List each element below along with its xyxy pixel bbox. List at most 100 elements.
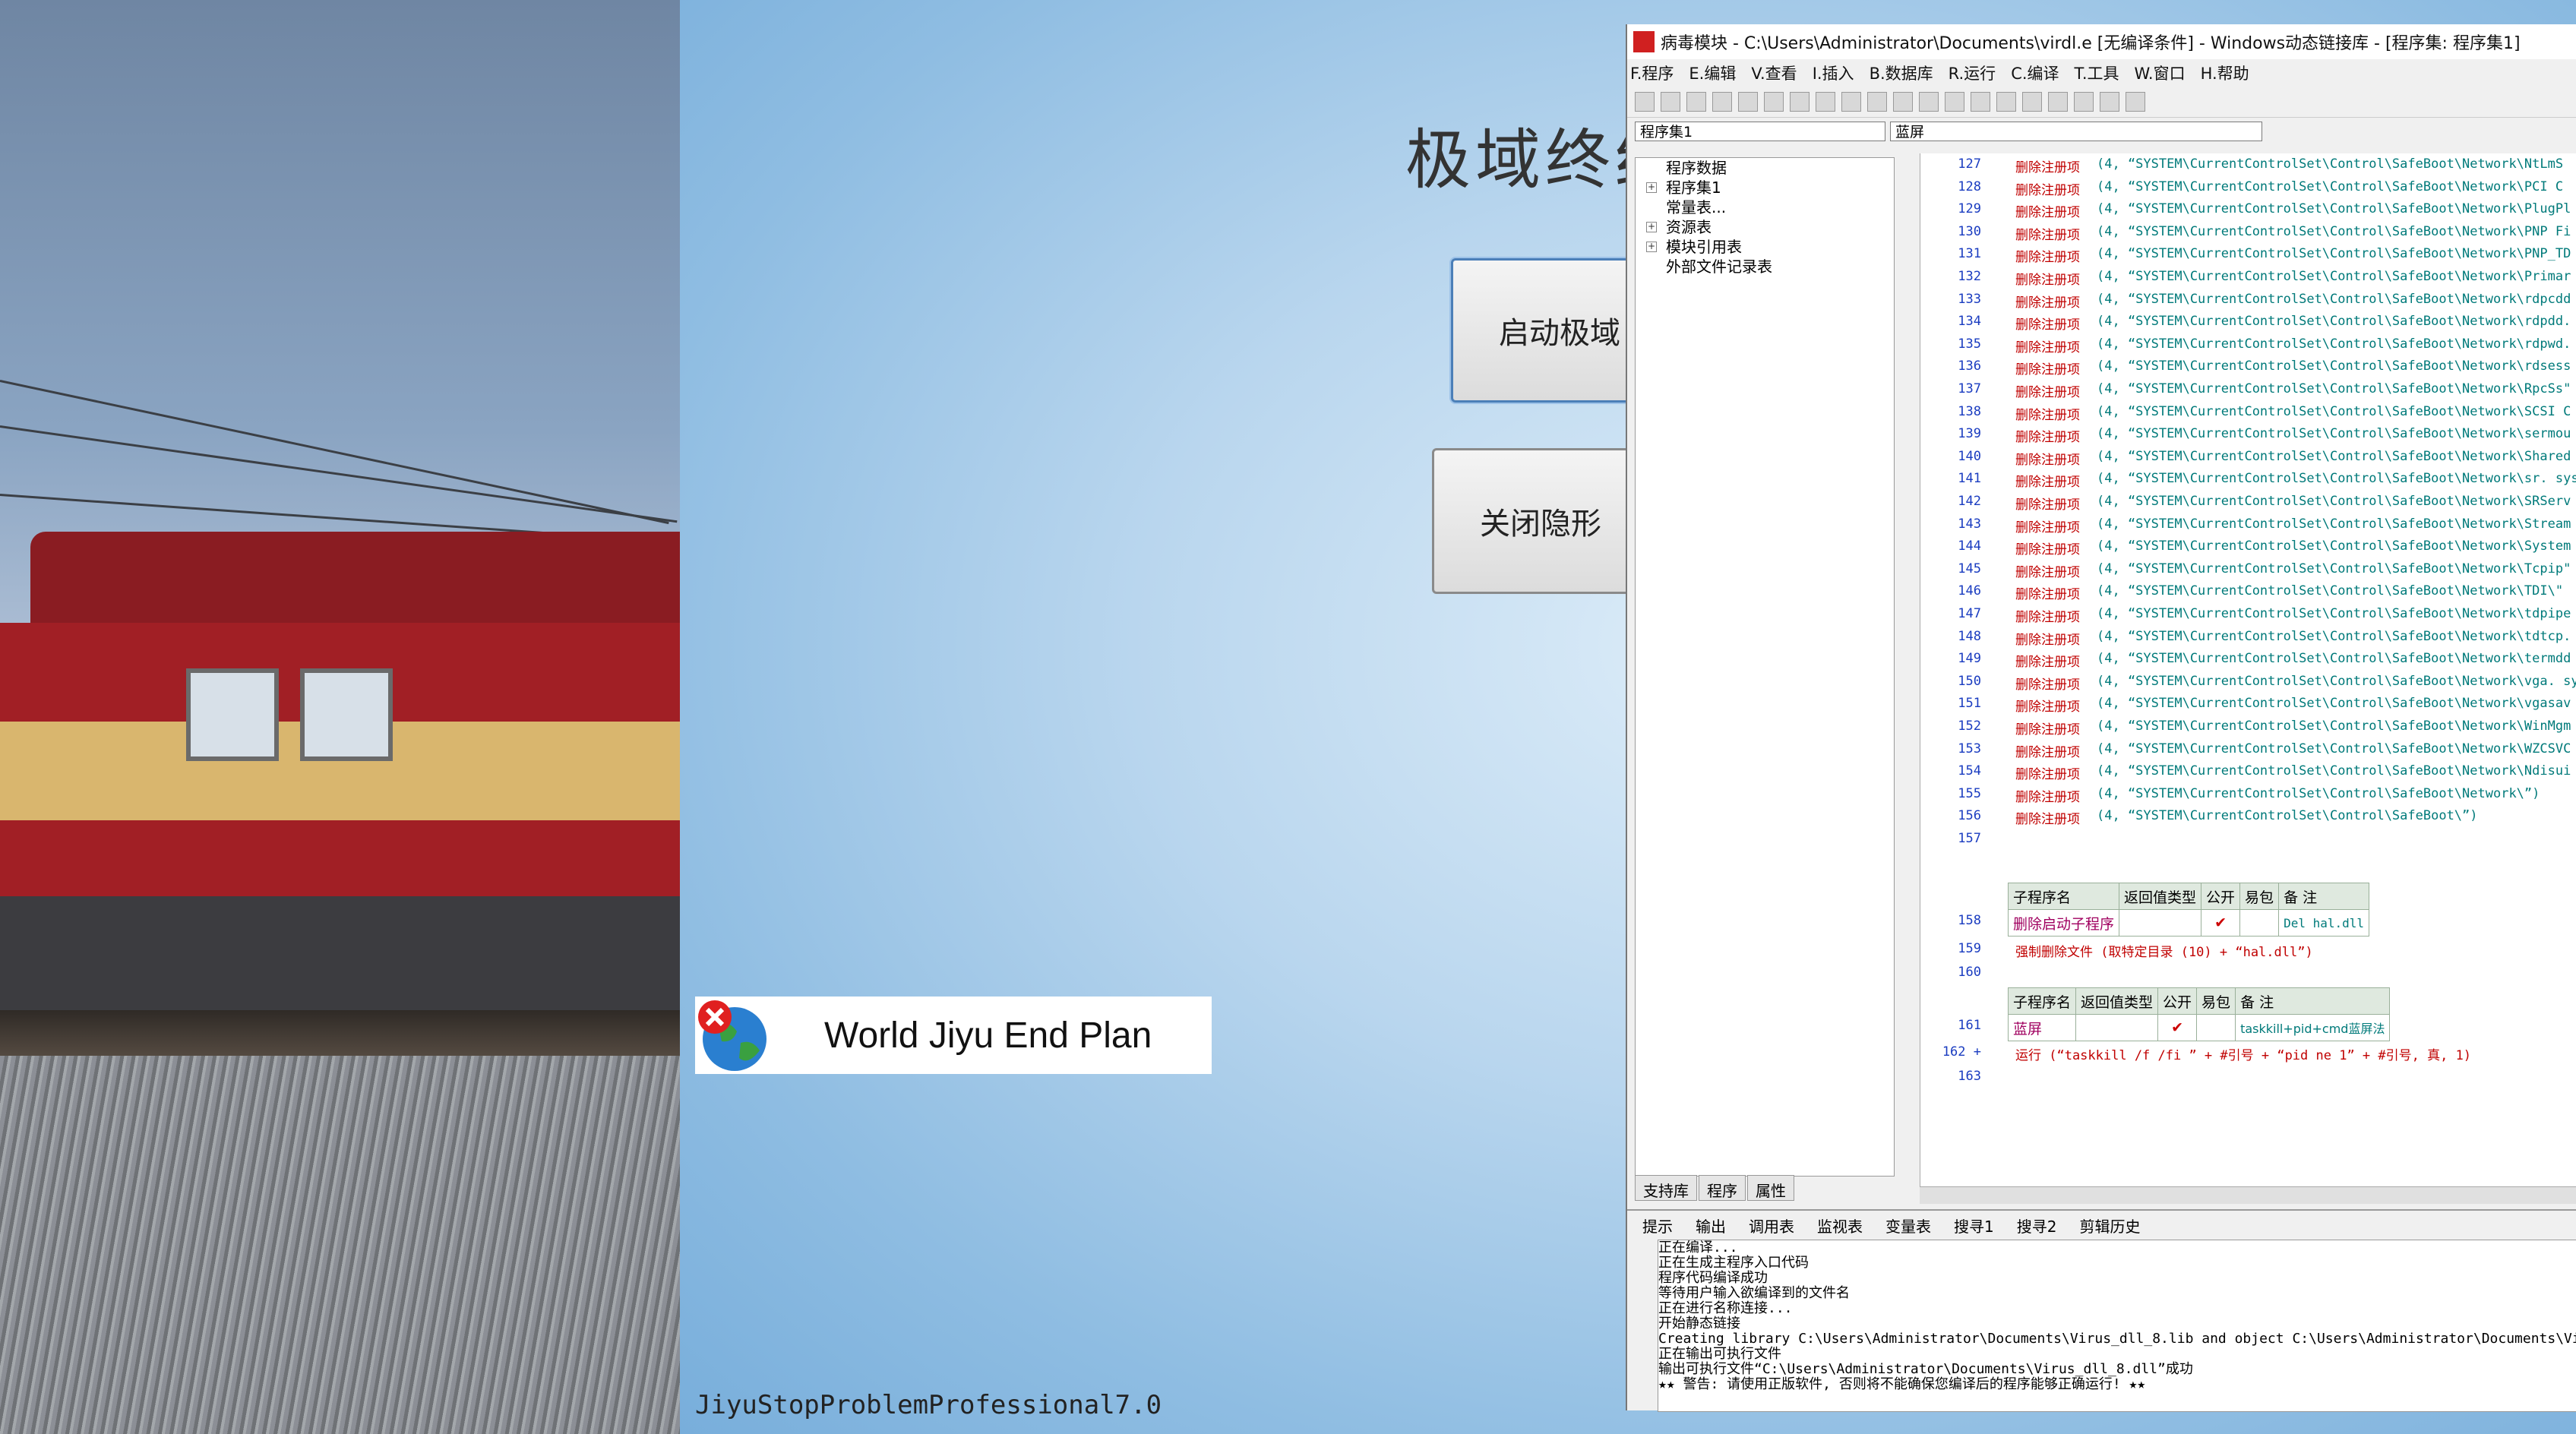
layout-icon[interactable] <box>1919 92 1939 112</box>
code-line[interactable]: 141 删除注册项 (4, “SYSTEM\CurrentControlSet\Co… <box>1920 471 2576 493</box>
step-icon[interactable] <box>2022 92 2042 112</box>
close-invisible-button[interactable]: 关闭隐形 <box>1432 448 1648 594</box>
tab-program[interactable]: 程序 <box>1699 1175 1746 1201</box>
step-icon[interactable] <box>2048 92 2068 112</box>
tab-output[interactable]: 输出 <box>1696 1214 1726 1237</box>
tab-clip-history[interactable]: 剪辑历史 <box>2079 1214 2140 1237</box>
run-play-icon[interactable] <box>1945 92 1964 112</box>
expand-icon[interactable]: + <box>1646 182 1657 193</box>
horizontal-scrollbar[interactable] <box>1920 1186 2576 1204</box>
code-line[interactable]: 137 删除注册项 (4, “SYSTEM\CurrentControlSet\Co… <box>1920 381 2576 403</box>
command-text: 删除注册项 <box>2015 340 2080 355</box>
start-jiyu-button[interactable]: 启动极域 <box>1451 258 1648 403</box>
code-line[interactable]: 147 删除注册项 (4, “SYSTEM\CurrentControlSet\Co… <box>1920 606 2576 628</box>
tab-variables[interactable]: 变量表 <box>1885 1214 1931 1237</box>
code-line[interactable]: 135 删除注册项 (4, “SYSTEM\CurrentControlSet\Co… <box>1920 336 2576 358</box>
line-number: 131 <box>1958 246 1981 262</box>
tab-properties[interactable]: 属性 <box>1747 1175 1794 1201</box>
copy-icon[interactable] <box>1738 92 1758 112</box>
code-editor[interactable]: 127 删除注册项 (4, “SYSTEM\CurrentControlSet\Co… <box>1920 153 2576 1186</box>
stop-icon[interactable] <box>1971 92 1990 112</box>
code-line[interactable]: 155 删除注册项 (4, “SYSTEM\CurrentControlSet\Co… <box>1920 786 2576 808</box>
menu-compile[interactable]: C.编译 <box>2011 62 2059 84</box>
code-line[interactable]: 138 删除注册项 (4, “SYSTEM\CurrentControlSet\Co… <box>1920 404 2576 426</box>
menu-insert[interactable]: I.插入 <box>1813 62 1854 84</box>
code-line[interactable]: 128 删除注册项 (4, “SYSTEM\CurrentControlSet\Co… <box>1920 179 2576 201</box>
line-number: 160 <box>1958 965 1981 980</box>
code-line[interactable]: 129 删除注册项 (4, “SYSTEM\CurrentControlSet\Co… <box>1920 201 2576 223</box>
layout-icon[interactable] <box>1893 92 1913 112</box>
line-number: 127 <box>1958 156 1981 172</box>
redo-icon[interactable] <box>1790 92 1810 112</box>
method-select[interactable]: 蓝屏 <box>1890 122 2262 141</box>
tree-item[interactable]: + 资源表 <box>1636 217 1894 237</box>
code-line[interactable]: 132 删除注册项 (4, “SYSTEM\CurrentControlSet\Co… <box>1920 269 2576 291</box>
code-line[interactable]: 146 删除注册项 (4, “SYSTEM\CurrentControlSet\Co… <box>1920 583 2576 605</box>
code-line[interactable]: 140 删除注册项 (4, “SYSTEM\CurrentControlSet\Co… <box>1920 449 2576 471</box>
argument-text: (4, “SYSTEM\CurrentControlSet\Control\Sa… <box>2097 201 2571 217</box>
code-line[interactable]: 145 删除注册项 (4, “SYSTEM\CurrentControlSet\Co… <box>1920 561 2576 583</box>
code-line[interactable]: 149 删除注册项 (4, “SYSTEM\CurrentControlSet\Co… <box>1920 651 2576 673</box>
tree-item[interactable]: + 程序集1 <box>1636 178 1894 197</box>
tree-item[interactable]: + 模块引用表 <box>1636 237 1894 257</box>
hand-icon[interactable] <box>2100 92 2119 112</box>
code-line[interactable]: 152 删除注册项 (4, “SYSTEM\CurrentControlSet\Co… <box>1920 719 2576 741</box>
code-line[interactable]: 156 删除注册项 (4, “SYSTEM\CurrentControlSet\Co… <box>1920 808 2576 830</box>
code-line[interactable]: 143 删除注册项 (4, “SYSTEM\CurrentControlSet\Co… <box>1920 516 2576 539</box>
tab-search1[interactable]: 搜寻1 <box>1954 1214 1994 1237</box>
menu-window[interactable]: W.窗口 <box>2135 62 2186 84</box>
new-file-icon[interactable] <box>1635 92 1655 112</box>
tab-call-stack[interactable]: 调用表 <box>1749 1214 1794 1237</box>
argument-text: (4, “SYSTEM\CurrentControlSet\Control\Sa… <box>2097 539 2571 554</box>
code-line[interactable]: 148 删除注册项 (4, “SYSTEM\CurrentControlSet\Co… <box>1920 629 2576 651</box>
code-line[interactable]: 144 删除注册项 (4, “SYSTEM\CurrentControlSet\Co… <box>1920 539 2576 561</box>
code-line[interactable]: 139 删除注册项 (4, “SYSTEM\CurrentControlSet\Co… <box>1920 426 2576 448</box>
menu-run[interactable]: R.运行 <box>1949 62 1996 84</box>
tree-item[interactable]: 程序数据 <box>1636 158 1894 178</box>
tab-search2[interactable]: 搜寻2 <box>2017 1214 2057 1237</box>
tree-item[interactable]: 外部文件记录表 <box>1636 257 1894 276</box>
locomotive-window <box>300 668 393 761</box>
class-select[interactable]: 程序集1 <box>1635 122 1885 141</box>
argument-text: (4, “SYSTEM\CurrentControlSet\Control\Sa… <box>2097 516 2571 532</box>
cut-icon[interactable] <box>1712 92 1732 112</box>
code-line[interactable]: 157 <box>1920 831 2576 853</box>
combo-row: 程序集1 蓝屏 <box>1627 118 2576 145</box>
find-icon[interactable] <box>1841 92 1861 112</box>
menu-program[interactable]: F.程序 <box>1630 62 1674 84</box>
code-line[interactable]: 153 删除注册项 (4, “SYSTEM\CurrentControlSet\Co… <box>1920 741 2576 763</box>
menu-view[interactable]: V.查看 <box>1751 62 1797 84</box>
expand-icon[interactable]: + <box>1646 222 1657 232</box>
tree-item[interactable]: 常量表... <box>1636 197 1894 217</box>
world-plan-label: World Jiyu End Plan <box>824 1015 1152 1056</box>
tab-support-library[interactable]: 支持库 <box>1635 1175 1697 1201</box>
code-line[interactable]: 134 删除注册项 (4, “SYSTEM\CurrentControlSet\Co… <box>1920 314 2576 336</box>
open-folder-icon[interactable] <box>1661 92 1680 112</box>
code-line[interactable]: 142 删除注册项 (4, “SYSTEM\CurrentControlSet\Co… <box>1920 494 2576 516</box>
code-line[interactable]: 127 删除注册项 (4, “SYSTEM\CurrentControlSet\Co… <box>1920 156 2576 178</box>
expand-icon[interactable]: + <box>1646 242 1657 252</box>
menu-help[interactable]: H.帮助 <box>2201 62 2249 84</box>
code-line[interactable]: 150 删除注册项 (4, “SYSTEM\CurrentControlSet\Co… <box>1920 674 2576 696</box>
menu-database[interactable]: B.数据库 <box>1870 62 1933 84</box>
menu-edit[interactable]: E.编辑 <box>1689 62 1736 84</box>
code-line[interactable]: 133 删除注册项 (4, “SYSTEM\CurrentControlSet\Co… <box>1920 292 2576 314</box>
output-panel[interactable]: 正在编译... 正在生成主程序入口代码 程序代码编译成功 等待用户输入欲编译到的… <box>1658 1240 2576 1412</box>
help-icon[interactable] <box>2126 92 2145 112</box>
undo-icon[interactable] <box>1816 92 1835 112</box>
step-icon[interactable] <box>1996 92 2016 112</box>
save-icon[interactable] <box>1686 92 1706 112</box>
output-line: 等待用户输入欲编译到的文件名 <box>1658 1285 1850 1301</box>
tab-hint[interactable]: 提示 <box>1642 1214 1673 1237</box>
output-line: 正在输出可执行文件 <box>1658 1346 1781 1362</box>
code-line[interactable]: 136 删除注册项 (4, “SYSTEM\CurrentControlSet\Co… <box>1920 358 2576 381</box>
paste-icon[interactable] <box>1764 92 1784 112</box>
step-icon[interactable] <box>2074 92 2094 112</box>
menu-tools[interactable]: T.工具 <box>2075 62 2119 84</box>
tab-watch[interactable]: 监视表 <box>1817 1214 1863 1237</box>
layout-icon[interactable] <box>1867 92 1887 112</box>
code-line[interactable]: 130 删除注册项 (4, “SYSTEM\CurrentControlSet\Co… <box>1920 224 2576 246</box>
code-line[interactable]: 154 删除注册项 (4, “SYSTEM\CurrentControlSet\Co… <box>1920 763 2576 785</box>
code-line[interactable]: 151 删除注册项 (4, “SYSTEM\CurrentControlSet\Co… <box>1920 696 2576 718</box>
code-line[interactable]: 131 删除注册项 (4, “SYSTEM\CurrentControlSet\Co… <box>1920 246 2576 268</box>
